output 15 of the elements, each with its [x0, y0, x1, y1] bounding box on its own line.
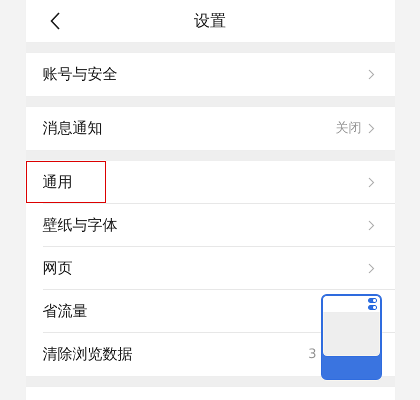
page-title: 设置 [194, 10, 226, 32]
toggle-switch[interactable] [368, 298, 376, 303]
chevron-right-icon [368, 220, 374, 231]
chevron-right-icon [368, 69, 374, 80]
toggle-switch[interactable] [368, 305, 376, 310]
settings-item[interactable]: 壁纸与字体 [42, 204, 374, 247]
chevron-right-icon [368, 177, 374, 188]
settings-item[interactable]: 清除浏览数据 3 [42, 333, 316, 376]
floating-window-preview[interactable] [320, 294, 382, 380]
settings-item[interactable]: 省流量 [42, 290, 316, 333]
chevron-right-icon [368, 263, 374, 274]
back-button[interactable] [50, 12, 60, 30]
settings-item[interactable]: 通用 [42, 161, 374, 204]
settings-item[interactable]: 网页 [42, 247, 374, 290]
chevron-right-icon [368, 123, 374, 134]
